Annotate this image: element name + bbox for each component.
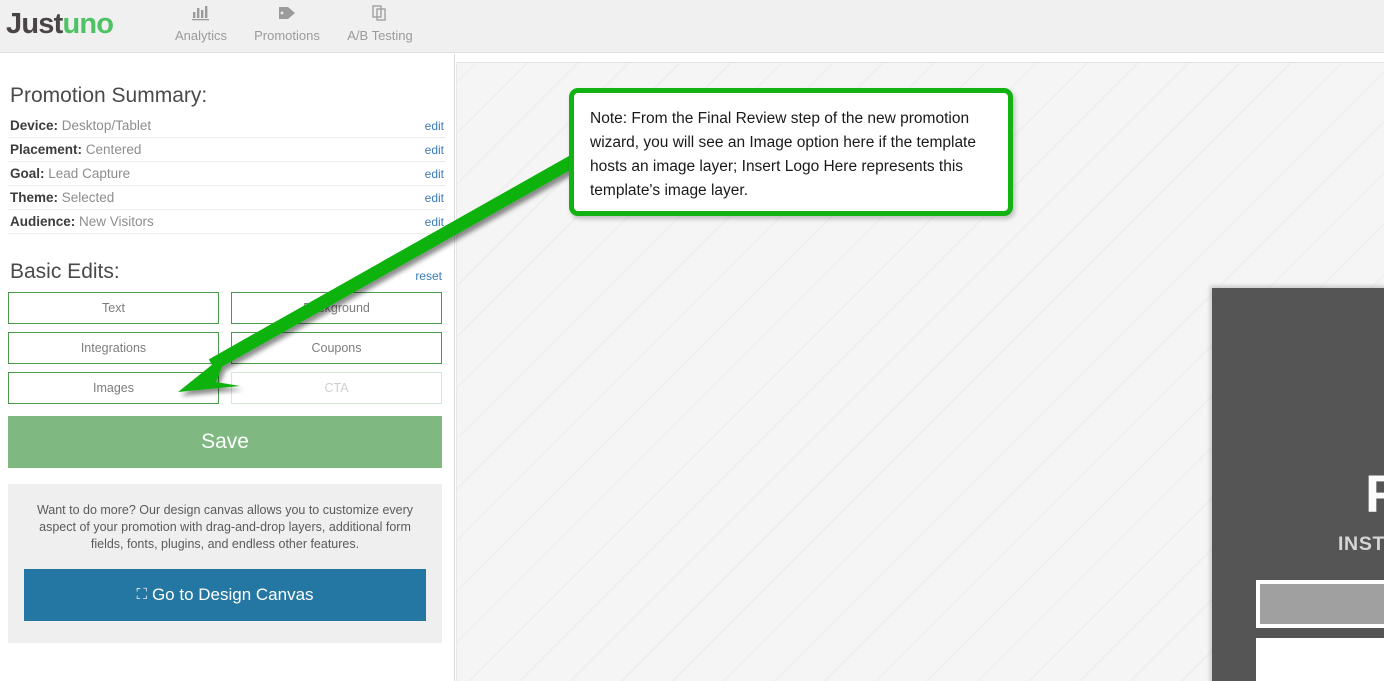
basic-edits-title: Basic Edits:: [10, 260, 120, 284]
summary-row-placement: Placement: Centered edit: [8, 138, 446, 162]
edit-button-background[interactable]: Background: [231, 292, 442, 324]
design-canvas-label: Go to Design Canvas: [152, 585, 314, 604]
justuno-logo[interactable]: Justuno: [6, 8, 113, 41]
summary-row-theme: Theme: Selected edit: [8, 186, 446, 210]
summary-value: Centered: [86, 142, 142, 157]
edit-button-integrations[interactable]: Integrations: [8, 332, 219, 364]
edit-link-placement[interactable]: edit: [425, 143, 444, 157]
design-canvas-card: Want to do more? Our design canvas allow…: [8, 484, 442, 643]
basic-edits-header: Basic Edits: reset: [8, 260, 446, 284]
promotion-popup-preview: INSERT LOGO HERE FLASH SALE INSTANTLY SA…: [1212, 288, 1384, 681]
left-sidebar: Promotion Summary: Device: Desktop/Table…: [0, 54, 455, 681]
edit-button-images[interactable]: Images: [8, 372, 219, 404]
edit-button-cta: CTA: [231, 372, 442, 404]
email-input[interactable]: Enter Email: [1256, 580, 1384, 628]
promo-subheadline-prefix: INSTANTLY SAVE AN EXTRA: [1338, 533, 1384, 555]
edit-link-theme[interactable]: edit: [425, 191, 444, 205]
edit-button-text[interactable]: Text: [8, 292, 219, 324]
summary-row-device: Device: Desktop/Tablet edit: [8, 114, 446, 138]
canvas-frame-icon: ⛶: [136, 586, 147, 603]
nav-label-ab-testing: A/B Testing: [325, 28, 435, 43]
promo-subheadline: INSTANTLY SAVE AN EXTRA 10% OFF: [1212, 533, 1384, 556]
summary-label: Goal:: [10, 166, 45, 181]
summary-label: Audience:: [10, 214, 75, 229]
promotion-summary-title: Promotion Summary:: [10, 84, 446, 108]
nav-item-ab-testing[interactable]: A/B Testing: [325, 4, 435, 43]
edit-link-goal[interactable]: edit: [425, 167, 444, 181]
go-to-design-canvas-button[interactable]: ⛶ Go to Design Canvas: [24, 569, 426, 621]
annotation-note-box: Note: From the Final Review step of the …: [569, 88, 1013, 216]
app-root: Justuno Analytics Promotions A/B Testing…: [0, 0, 1384, 681]
summary-value: Lead Capture: [48, 166, 130, 181]
summary-value: Selected: [62, 190, 115, 205]
summary-value: New Visitors: [79, 214, 154, 229]
logo-text-uno: uno: [62, 8, 113, 40]
summary-label: Theme:: [10, 190, 58, 205]
edit-link-device[interactable]: edit: [425, 119, 444, 133]
basic-edit-buttons: Text Background Integrations Coupons Ima…: [8, 292, 446, 404]
top-navigation-bar: Justuno Analytics Promotions A/B Testing: [0, 0, 1384, 53]
summary-label: Placement:: [10, 142, 82, 157]
summary-row-audience: Audience: New Visitors edit: [8, 210, 446, 234]
summary-value: Desktop/Tablet: [62, 118, 151, 133]
copy-pages-icon: [325, 4, 435, 26]
annotation-note-text: Note: From the Final Review step of the …: [590, 110, 976, 199]
summary-label: Device:: [10, 118, 58, 133]
edit-button-coupons[interactable]: Coupons: [231, 332, 442, 364]
view-my-code-button[interactable]: VIEW MY CODE: [1256, 638, 1384, 681]
logo-text-just: Just: [6, 8, 62, 40]
reset-link[interactable]: reset: [415, 269, 442, 283]
promo-headline: FLASH SALE: [1212, 464, 1384, 525]
save-button[interactable]: Save: [8, 416, 442, 468]
promotion-summary-list: Device: Desktop/Tablet edit Placement: C…: [8, 114, 446, 234]
summary-row-goal: Goal: Lead Capture edit: [8, 162, 446, 186]
edit-link-audience[interactable]: edit: [425, 215, 444, 229]
design-canvas-description: Want to do more? Our design canvas allow…: [24, 502, 426, 553]
